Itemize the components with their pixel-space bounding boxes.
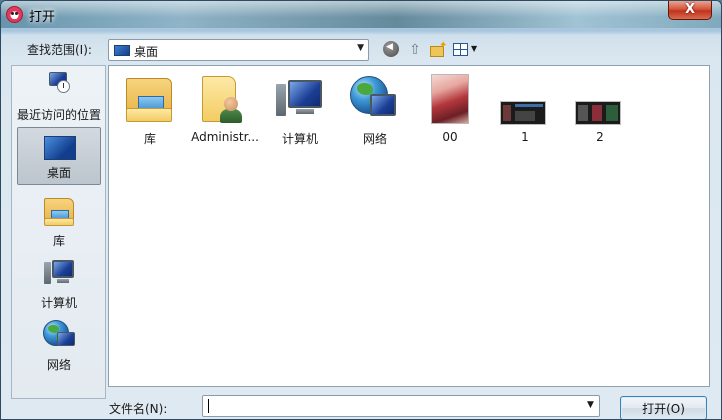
file-item-00[interactable]: 00 [413, 72, 487, 148]
file-label: 库 [143, 132, 156, 146]
library-icon [126, 78, 174, 124]
computer-icon [44, 260, 76, 288]
user-folder-icon [202, 76, 248, 126]
close-button[interactable]: X [668, 1, 712, 20]
desktop-icon [114, 45, 130, 56]
place-recent[interactable]: 最近访问的位置 [17, 68, 101, 126]
chevron-down-icon[interactable]: ▼ [357, 43, 364, 53]
place-label: 网络 [46, 358, 71, 372]
place-label: 计算机 [40, 296, 77, 310]
computer-icon [276, 80, 324, 124]
place-library[interactable]: 库 [17, 194, 101, 252]
image-thumbnail-icon [431, 74, 469, 124]
file-item-library[interactable]: 库 [113, 72, 187, 148]
new-folder-icon[interactable]: ✦ [429, 40, 447, 59]
view-menu-icon[interactable]: ▼ [453, 41, 479, 59]
image-thumbnail-icon [500, 101, 546, 125]
place-computer[interactable]: 计算机 [17, 256, 101, 314]
place-desktop[interactable]: 桌面 [17, 127, 101, 185]
place-label: 桌面 [46, 166, 71, 180]
file-label: Administr... [191, 130, 259, 144]
file-label: 计算机 [281, 132, 318, 146]
file-name-input[interactable] [202, 395, 600, 417]
look-in-label: 查找范围(I): [27, 43, 92, 57]
look-in-value: 桌面 [134, 45, 159, 59]
network-icon [43, 320, 77, 350]
place-label: 最近访问的位置 [17, 108, 102, 122]
file-label: 1 [521, 130, 529, 144]
file-name-label: 文件名(N): [109, 402, 168, 416]
open-button[interactable]: 打开(O) [620, 396, 707, 419]
text-cursor [208, 399, 209, 413]
look-in-dropdown[interactable]: 桌面 ▼ [108, 39, 369, 61]
up-folder-icon[interactable]: ⇧ [406, 41, 424, 59]
file-label: 网络 [362, 132, 387, 146]
network-icon [350, 76, 400, 124]
file-item-1[interactable]: 1 [488, 72, 562, 148]
back-icon[interactable] [383, 41, 399, 57]
library-icon [44, 198, 76, 228]
place-label: 库 [52, 234, 65, 248]
file-label: 00 [442, 130, 458, 144]
desktop-icon [44, 136, 76, 160]
recent-places-icon [47, 72, 71, 93]
file-item-computer[interactable]: 计算机 [263, 72, 337, 148]
file-item-administrator[interactable]: Administr... [188, 72, 262, 148]
title-bar[interactable]: 打开 X [1, 1, 721, 28]
file-item-2[interactable]: 2 [563, 72, 637, 148]
file-item-network[interactable]: 网络 [338, 72, 412, 148]
image-thumbnail-icon [575, 101, 621, 125]
places-bar: 最近访问的位置 桌面 库 计算机 网络 [11, 65, 106, 399]
file-list[interactable]: 库 Administr... 计算机 网络 00 1 2 [108, 65, 710, 387]
chevron-down-icon[interactable]: ▼ [587, 400, 594, 410]
file-label: 2 [596, 130, 604, 144]
app-icon [6, 6, 23, 23]
open-file-dialog: 打开 X 查找范围(I): 桌面 ▼ ⇧ ✦ ▼ 最近访问的位置 桌面 [0, 0, 722, 420]
window-title: 打开 [29, 10, 56, 25]
place-network[interactable]: 网络 [17, 318, 101, 376]
